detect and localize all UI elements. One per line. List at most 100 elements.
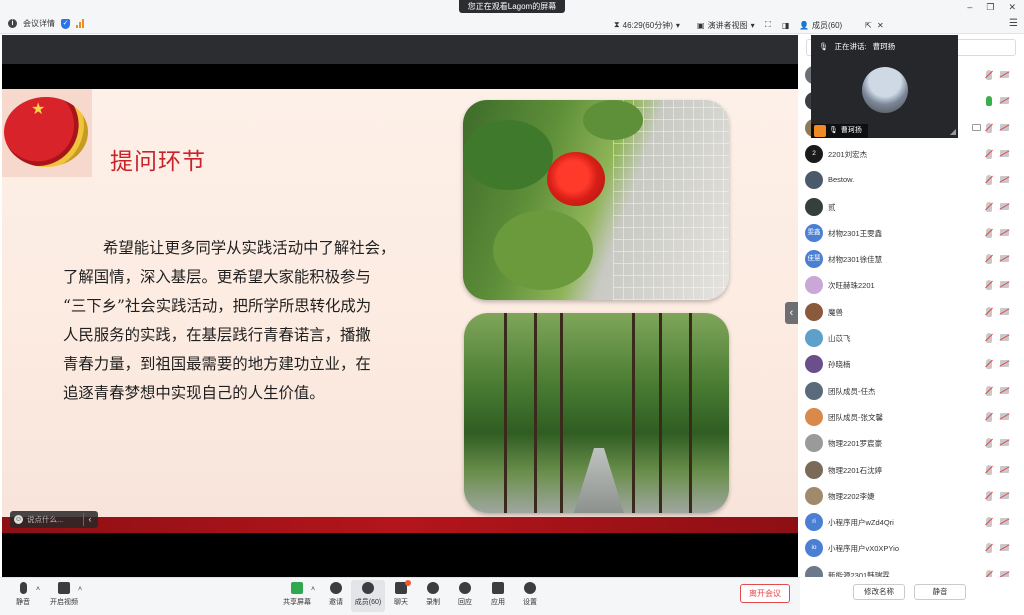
member-row[interactable]: 2 2201刘宏杰 <box>800 141 1024 167</box>
camera-off-icon[interactable] <box>1000 281 1009 289</box>
minimize-icon[interactable]: – <box>967 2 972 13</box>
leave-meeting-button[interactable]: 离开会议 <box>740 584 790 603</box>
member-row[interactable]: 团队成员-任杰 <box>800 378 1024 404</box>
microphone-muted-icon[interactable] <box>986 148 992 159</box>
microphone-muted-icon[interactable] <box>986 227 992 238</box>
camera-off-icon[interactable] <box>1000 465 1009 473</box>
members-icon <box>362 582 374 594</box>
microphone-icon[interactable] <box>986 96 992 107</box>
member-row[interactable]: 贰 <box>800 194 1024 220</box>
collapse-panel-button[interactable]: ‹ <box>785 302 798 324</box>
camera-off-icon[interactable] <box>1000 123 1009 131</box>
hourglass-icon: ⧗ <box>614 20 620 29</box>
speaker-name-tag: 🎙 曹珂扬 <box>811 124 868 138</box>
settings-button[interactable]: 设置 <box>513 580 547 612</box>
chat-input[interactable]: ☺ 说点什么... ‹ <box>10 511 98 528</box>
microphone-muted-icon[interactable] <box>986 201 992 212</box>
camera-off-icon[interactable] <box>1000 307 1009 315</box>
camera-off-icon[interactable] <box>1000 255 1009 263</box>
letterbox-bottom <box>2 533 798 577</box>
camera-off-icon[interactable] <box>1000 149 1009 157</box>
share-options-chevron[interactable]: ˄ <box>309 580 317 612</box>
timer-group[interactable]: ⧗ 46:29(60分钟) ▾ <box>614 18 680 32</box>
camera-off-icon[interactable] <box>1000 202 1009 210</box>
menu-icon[interactable]: ☰ <box>1009 18 1018 29</box>
member-row[interactable]: 物理2201石沈婷 <box>800 457 1024 483</box>
record-button[interactable]: 录制 <box>416 580 450 612</box>
camera-off-icon[interactable] <box>1000 439 1009 447</box>
chevron-left-icon[interactable]: ‹ <box>83 513 96 526</box>
microphone-muted-icon[interactable] <box>986 438 992 449</box>
microphone-muted-icon[interactable] <box>986 306 992 317</box>
member-row[interactable]: ri 小程序用户wZd4Qri <box>800 509 1024 535</box>
popout-icon[interactable]: ⇱ <box>865 18 872 32</box>
apps-button[interactable]: 应用 <box>481 580 515 612</box>
meeting-info-link[interactable]: 会议详情 <box>23 18 55 29</box>
camera-off-icon[interactable] <box>1000 334 1009 341</box>
microphone-muted-icon[interactable] <box>986 254 992 265</box>
camera-off-icon[interactable] <box>1000 97 1009 105</box>
member-row[interactable]: 山苡飞 <box>800 325 1024 351</box>
member-row[interactable]: Bestow. <box>800 167 1024 193</box>
microphone-muted-icon[interactable] <box>986 490 992 501</box>
meeting-toolbar: 静音 ˄ 开启视频 ˄ 共享屏幕 ˄ 邀请 成员(60) 聊天 录制 回应 应用… <box>0 577 800 615</box>
camera-off-icon[interactable] <box>1000 71 1009 78</box>
member-row[interactable]: 佳慧 材物2301徐佳慧 <box>800 246 1024 272</box>
mute-options-chevron[interactable]: ˄ <box>34 580 42 612</box>
microphone-muted-icon[interactable] <box>986 280 992 291</box>
member-row[interactable]: 团队成员-张文馨 <box>800 404 1024 430</box>
member-row[interactable]: 物理2201罗宸豪 <box>800 430 1024 456</box>
camera-off-icon[interactable] <box>1000 412 1009 420</box>
camera-off-icon[interactable] <box>1000 228 1009 236</box>
active-speaker-tile[interactable]: 🎙 正在讲话: 曹珂扬 🎙 曹珂扬 ◢ <box>811 35 958 138</box>
shield-icon[interactable]: ✓ <box>61 18 70 29</box>
camera-off-icon[interactable] <box>1000 386 1009 394</box>
avatar: 2 <box>805 144 823 163</box>
invite-button[interactable]: 邀请 <box>319 580 353 612</box>
view-mode-dropdown[interactable]: ▣ 演讲者视图 ▾ <box>697 18 755 32</box>
microphone-muted-icon[interactable] <box>986 70 992 80</box>
microphone-muted-icon[interactable] <box>986 517 992 528</box>
microphone-muted-icon[interactable] <box>986 385 992 396</box>
microphone-muted-icon[interactable] <box>986 543 992 554</box>
camera-off-icon[interactable] <box>1000 491 1009 499</box>
mute-all-button[interactable]: 静音 <box>914 584 966 600</box>
microphone-muted-icon[interactable] <box>986 411 992 422</box>
signal-icon[interactable] <box>76 19 84 28</box>
reaction-button[interactable]: 回应 <box>448 580 482 612</box>
resize-handle-icon[interactable]: ◢ <box>950 127 956 136</box>
microphone-muted-icon[interactable] <box>986 359 992 370</box>
microphone-muted-icon[interactable] <box>986 333 992 343</box>
camera-off-icon[interactable] <box>1000 518 1009 526</box>
camera-off-icon[interactable] <box>1000 544 1009 552</box>
camera-off-icon[interactable] <box>1000 360 1009 368</box>
member-row[interactable]: 物理2202李婕 <box>800 483 1024 509</box>
member-row[interactable]: 新能源2301韩瑞霖 <box>800 562 1024 577</box>
camera-off-icon[interactable] <box>1000 176 1009 184</box>
microphone-muted-icon[interactable] <box>986 122 992 133</box>
meeting-info-group: i 会议详情 ✓ <box>8 18 84 29</box>
chat-button[interactable]: 聊天 <box>384 580 418 612</box>
member-row[interactable]: 孙晓楠 <box>800 351 1024 377</box>
member-row[interactable]: 魔兽 <box>800 299 1024 325</box>
video-options-chevron[interactable]: ˄ <box>76 580 84 612</box>
members-tab[interactable]: 👤 成员(60) <box>799 18 842 32</box>
restore-icon[interactable]: ❐ <box>986 2 994 13</box>
members-button[interactable]: 成员(60) <box>351 580 385 612</box>
member-row[interactable]: 次旺赫珠2201 <box>800 272 1024 298</box>
sharing-banner[interactable]: 您正在观看Lagom的屏幕 <box>459 0 565 13</box>
rename-button[interactable]: 修改名称 <box>853 584 905 600</box>
close-icon[interactable]: ✕ <box>1008 2 1016 13</box>
member-name: Bestow. <box>828 175 855 185</box>
member-row[interactable]: io 小程序用户vX0XPYio <box>800 535 1024 561</box>
sidebar-toggle-icon[interactable]: ◨ <box>782 18 790 32</box>
microphone-muted-icon[interactable] <box>986 175 992 186</box>
member-row[interactable]: 雯鑫 材物2301王雯鑫 <box>800 220 1024 246</box>
fullscreen-icon[interactable]: ⛶ <box>765 18 771 32</box>
emoji-icon[interactable]: ☺ <box>14 515 23 524</box>
panel-close-icon[interactable]: ✕ <box>877 18 884 32</box>
microphone-muted-icon[interactable] <box>986 569 992 577</box>
info-icon[interactable]: i <box>8 19 17 28</box>
gear-icon <box>524 582 536 594</box>
microphone-muted-icon[interactable] <box>986 464 992 475</box>
